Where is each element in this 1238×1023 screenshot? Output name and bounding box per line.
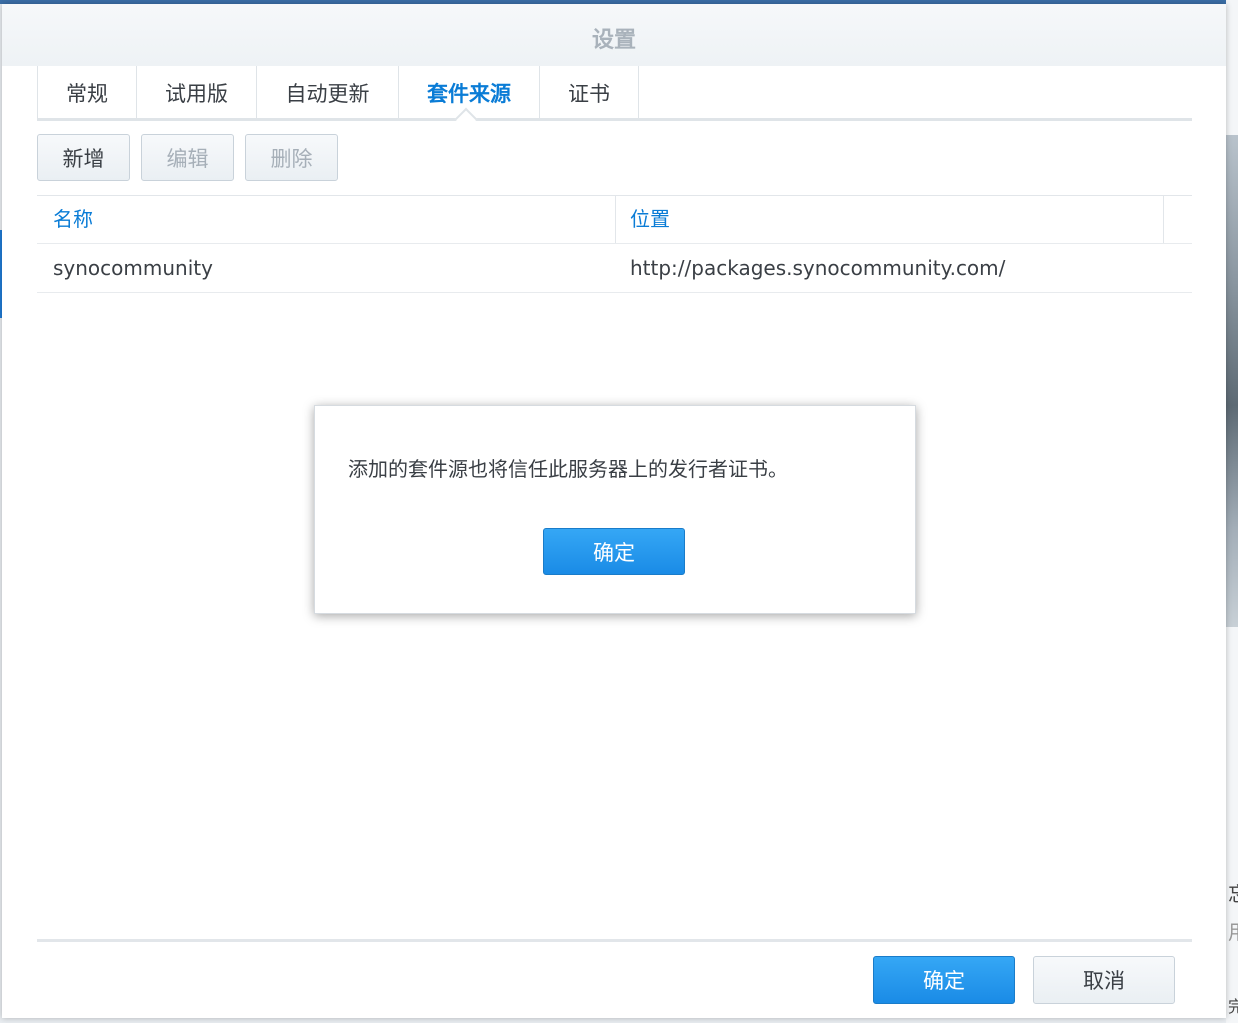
tab-certificate[interactable]: 证书: [540, 66, 639, 120]
column-header-name[interactable]: 名称: [53, 196, 93, 243]
toolbar: 新增 编辑 删除: [37, 134, 338, 181]
background-text: 用: [1228, 916, 1238, 945]
tab-bar: 常规 试用版 自动更新 套件来源 证书: [37, 66, 639, 120]
tab-underline: [37, 118, 1192, 121]
tab-auto-update[interactable]: 自动更新: [257, 66, 399, 120]
dialog-ok-button[interactable]: 确定: [543, 528, 685, 575]
column-divider[interactable]: [1163, 196, 1164, 243]
cancel-button[interactable]: 取消: [1033, 956, 1175, 1004]
tab-trial[interactable]: 试用版: [137, 66, 257, 120]
package-source-table: 名称 位置 synocommunity http://packages.syno…: [37, 195, 1192, 293]
message-dialog: 添加的套件源也将信任此服务器上的发行者证书。 确定: [314, 405, 916, 614]
ok-button[interactable]: 确定: [873, 956, 1015, 1004]
dialog-message: 添加的套件源也将信任此服务器上的发行者证书。: [348, 457, 788, 481]
background-text: 完: [1228, 997, 1238, 1016]
table-header: 名称 位置: [37, 195, 1192, 244]
footer-divider: [37, 939, 1192, 942]
column-header-location[interactable]: 位置: [630, 196, 670, 243]
desktop-wallpaper-image: [1226, 135, 1238, 627]
title-bar[interactable]: 设置: [2, 4, 1226, 66]
edit-button[interactable]: 编辑: [141, 134, 234, 181]
source-location-cell: http://packages.synocommunity.com/: [630, 256, 1006, 280]
tab-general[interactable]: 常规: [37, 66, 137, 120]
table-row[interactable]: synocommunity http://packages.synocommun…: [37, 244, 1192, 293]
source-name-cell: synocommunity: [53, 256, 213, 280]
column-divider[interactable]: [615, 196, 616, 243]
add-button[interactable]: 新增: [37, 134, 130, 181]
delete-button[interactable]: 删除: [245, 134, 338, 181]
window-title: 设置: [591, 28, 636, 53]
background-text: 忘: [1228, 878, 1238, 907]
